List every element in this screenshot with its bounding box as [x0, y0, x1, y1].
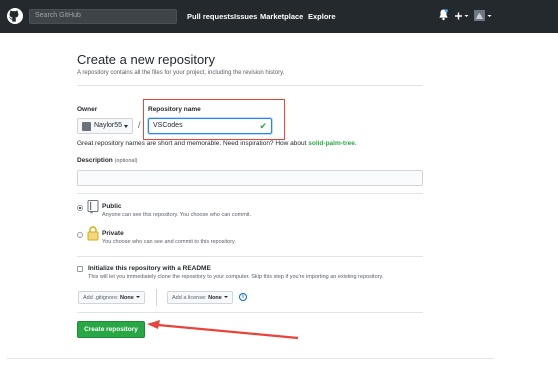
public-title: Public	[102, 203, 122, 210]
check-icon: ✔	[259, 121, 267, 131]
owner-avatar	[82, 122, 91, 131]
license-value: None	[208, 295, 222, 301]
plus-icon[interactable]	[455, 12, 469, 20]
nav-issues[interactable]: Issues	[234, 12, 257, 21]
owner-select[interactable]: Naylor55	[77, 118, 133, 134]
page-subtitle: A repository contains all the files for …	[77, 70, 285, 76]
search-input[interactable]: Search GitHub	[29, 9, 177, 24]
suggestion-link[interactable]: solid-palm-tree	[308, 140, 355, 147]
create-repository-button[interactable]: Create repository	[77, 321, 145, 338]
nav-explore[interactable]: Explore	[308, 12, 336, 21]
name-hint-end: .	[354, 140, 357, 147]
public-radio[interactable]	[77, 205, 83, 211]
description-label: Description (optional)	[77, 157, 138, 164]
description-input[interactable]	[77, 170, 423, 186]
chevron-down-icon	[124, 125, 128, 128]
readme-title: Initialize this repository with a README	[88, 265, 211, 272]
name-hint: Great repository names are short and mem…	[77, 140, 357, 147]
header-bar: Search GitHub Pull requests Issues Marke…	[0, 0, 558, 33]
name-hint-text: Great repository names are short and mem…	[77, 140, 309, 147]
repo-name-label: Repository name	[148, 106, 201, 113]
annotation-arrow	[147, 320, 299, 340]
divider	[77, 312, 423, 313]
divider	[77, 256, 423, 257]
avatar[interactable]	[474, 10, 494, 22]
chevron-down-icon	[135, 296, 140, 298]
repo-icon	[87, 200, 99, 214]
nav-marketplace[interactable]: Marketplace	[260, 12, 303, 21]
divider	[156, 289, 157, 306]
divider	[77, 193, 423, 194]
bell-icon[interactable]	[439, 9, 448, 21]
readme-checkbox[interactable]	[77, 266, 83, 272]
private-desc: You choose who can see and commit to thi…	[102, 239, 236, 245]
footer-divider	[7, 358, 494, 359]
gitignore-select[interactable]: Add .gitignore: None	[78, 291, 145, 304]
github-logo-icon[interactable]	[7, 8, 23, 24]
optional-tag: (optional)	[114, 158, 138, 164]
private-radio[interactable]	[77, 232, 83, 238]
chevron-down-icon	[223, 296, 228, 298]
gitignore-value: None	[120, 295, 134, 301]
license-select[interactable]: Add a license: None	[167, 291, 233, 304]
license-label: Add a license:	[172, 295, 207, 301]
readme-desc: This will let you immediately clone the …	[88, 274, 384, 280]
owner-label: Owner	[77, 106, 98, 113]
gitignore-label: Add .gitignore:	[83, 295, 119, 301]
public-desc: Anyone can see this repository. You choo…	[102, 212, 252, 218]
private-title: Private	[102, 230, 124, 237]
page-title: Create a new repository	[77, 52, 216, 67]
lock-icon	[87, 226, 99, 241]
description-label-text: Description	[77, 157, 113, 164]
divider	[77, 85, 423, 86]
nav-pull-requests[interactable]: Pull requests	[187, 12, 234, 21]
owner-value: Naylor55	[94, 122, 123, 129]
info-icon[interactable]: i	[239, 293, 247, 301]
search-placeholder: Search GitHub	[35, 12, 81, 19]
repo-name-value: VSCodes	[153, 122, 183, 129]
repo-name-input[interactable]: VSCodes ✔	[148, 118, 272, 134]
owner-repo-separator: /	[138, 120, 141, 130]
